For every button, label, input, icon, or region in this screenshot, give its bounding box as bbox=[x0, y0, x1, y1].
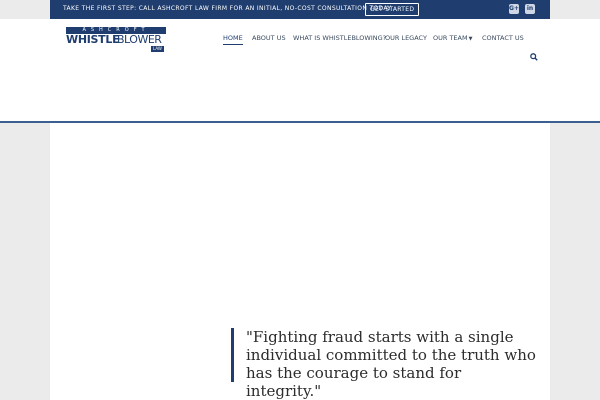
announcement-text: TAKE THE FIRST STEP: CALL ASHCROFT LAW F… bbox=[63, 5, 392, 12]
logo-word-bold: WHISTLE bbox=[66, 33, 120, 46]
get-started-button[interactable]: GET STARTED bbox=[365, 3, 420, 16]
site-logo[interactable]: ASHCROFT WHISTLE BLOWER LAW bbox=[66, 27, 168, 53]
linkedin-icon[interactable]: in bbox=[525, 4, 535, 14]
nav-what-is-whistleblowing[interactable]: WHAT IS WHISTLEBLOWING? bbox=[293, 34, 386, 44]
google-plus-icon[interactable]: G+ bbox=[509, 4, 519, 14]
logo-word-light: BLOWER bbox=[117, 33, 162, 46]
nav-contact-us[interactable]: CONTACT US bbox=[482, 34, 524, 44]
search-icon[interactable] bbox=[530, 53, 538, 61]
nav-home[interactable]: HOME bbox=[223, 34, 243, 45]
nav-our-team-label: OUR TEAM bbox=[433, 34, 468, 42]
logo-tag: LAW bbox=[151, 46, 164, 52]
chevron-down-icon: ▼ bbox=[468, 36, 473, 42]
site-header: ASHCROFT WHISTLE BLOWER LAW HOME ABOUT U… bbox=[0, 19, 600, 123]
nav-our-legacy[interactable]: OUR LEGACY bbox=[385, 34, 427, 44]
nav-about-us[interactable]: ABOUT US bbox=[252, 34, 286, 44]
announcement-bar: TAKE THE FIRST STEP: CALL ASHCROFT LAW F… bbox=[50, 0, 550, 19]
hero-quote: "Fighting fraud starts with a single ind… bbox=[246, 328, 536, 400]
nav-our-team[interactable]: OUR TEAM▼ bbox=[433, 34, 472, 44]
hero-section: "Fighting fraud starts with a single ind… bbox=[50, 123, 550, 400]
quote-accent-bar bbox=[231, 328, 234, 382]
